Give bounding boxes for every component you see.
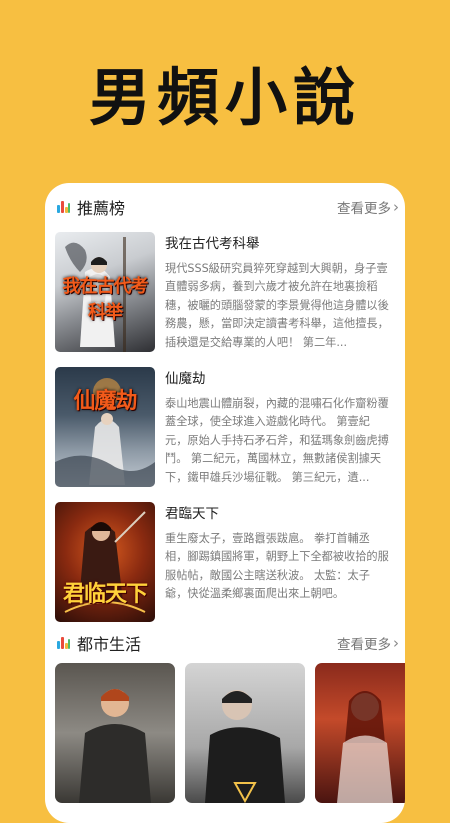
- book-title[interactable]: 我在古代考科舉: [165, 232, 260, 252]
- cover-title: 我在古代考科举: [62, 276, 149, 323]
- headline: 男頻小說: [88, 61, 361, 134]
- book-cover[interactable]: 仙魔劫: [55, 367, 155, 487]
- ranking-icon: [57, 200, 71, 214]
- book-description: 現代SSS級研究員猝死穿越到大興朝，身子壹直體弱多病，養到六歲才被允許在地裏撿稻…: [165, 262, 389, 349]
- urban-section-header: 都市生活 查看更多 ›: [45, 629, 405, 657]
- book-description: 泰山地震山體崩裂，內藏的混嘯石化作齏粉覆蓋全球，使全球進入遊戲化時代。 第壹紀元…: [165, 397, 389, 484]
- book-cover[interactable]: 君临天下: [55, 502, 155, 622]
- book-item[interactable]: 君临天下 君臨天下 重生廢太子，壹路囂張跋扈。 拳打首輔丞相，腳踢鎮國將軍，朝野…: [55, 502, 395, 622]
- cover-title: 仙魔劫: [73, 388, 137, 414]
- urban-more-link[interactable]: 查看更多 ›: [337, 633, 399, 653]
- book-description: 重生廢太子，壹路囂張跋扈。 拳打首輔丞相，腳踢鎮國將軍，朝野上下全都被收拾的服服…: [165, 532, 389, 601]
- recommend-section-header: 推薦榜 查看更多 ›: [45, 193, 405, 221]
- content-card: 推薦榜 查看更多 › 我在古代考科举 我在古代考科舉 現代SSS級研究員猝死穿越…: [45, 183, 405, 823]
- more-label: 查看更多: [337, 201, 391, 217]
- more-label: 查看更多: [337, 637, 391, 653]
- book-item[interactable]: 仙魔劫 仙魔劫 泰山地震山體崩裂，內藏的混嘯石化作齏粉覆蓋全球，使全球進入遊戲化…: [55, 367, 395, 487]
- book-title[interactable]: 仙魔劫: [165, 367, 206, 387]
- recommend-section-title: 推薦榜: [77, 199, 126, 218]
- ranking-icon: [57, 636, 71, 650]
- book-item[interactable]: 我在古代考科举 我在古代考科舉 現代SSS級研究員猝死穿越到大興朝，身子壹直體弱…: [55, 232, 395, 352]
- chevron-right-icon: ›: [393, 198, 399, 216]
- urban-book-cover[interactable]: [55, 663, 175, 803]
- book-cover[interactable]: 我在古代考科举: [55, 232, 155, 352]
- chevron-right-icon: ›: [393, 634, 399, 652]
- book-title[interactable]: 君臨天下: [165, 502, 219, 522]
- urban-book-cover[interactable]: [185, 663, 305, 803]
- recommend-more-link[interactable]: 查看更多 ›: [337, 197, 399, 217]
- urban-section-title: 都市生活: [77, 635, 142, 654]
- urban-book-cover[interactable]: [315, 663, 405, 803]
- cover-title: 君临天下: [62, 581, 148, 607]
